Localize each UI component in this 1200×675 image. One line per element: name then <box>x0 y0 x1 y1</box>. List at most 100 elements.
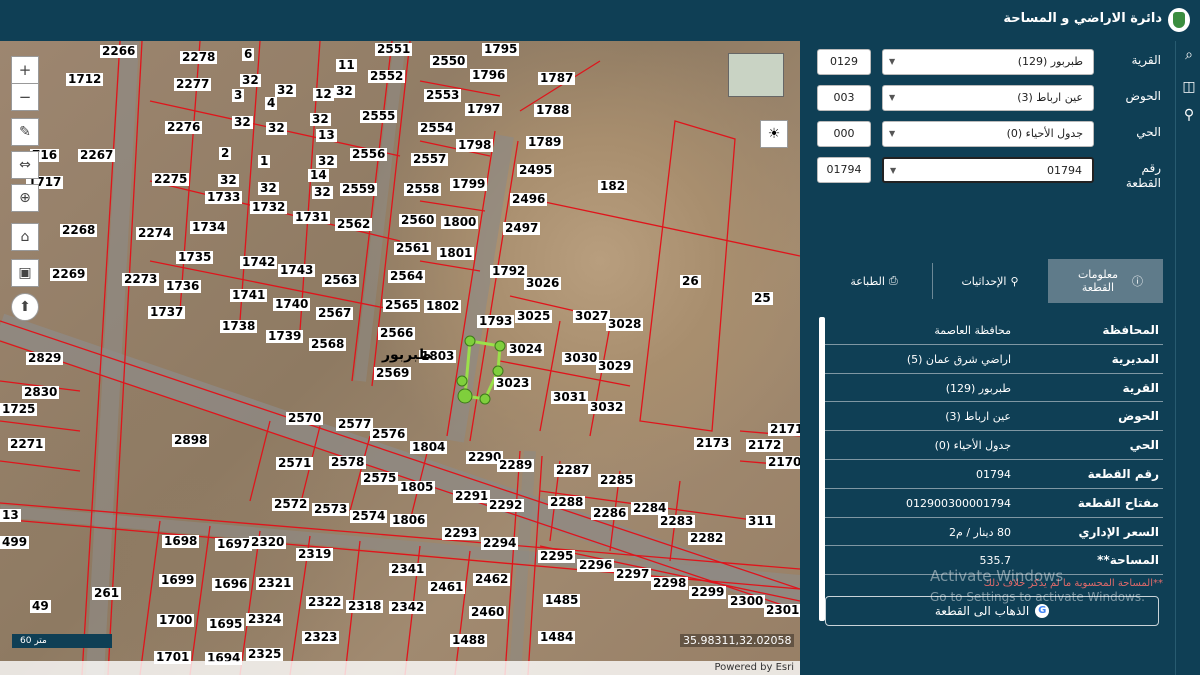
parcel-number-select[interactable]: ▼ 01794 <box>882 157 1094 183</box>
village-code-field[interactable]: 0129 <box>817 49 871 75</box>
district-code-field[interactable]: 000 <box>817 121 871 147</box>
measure-icon[interactable]: ⇔ <box>11 151 39 179</box>
parcel-number-label: 2560 <box>399 213 437 227</box>
parcel-number-label: 11 <box>336 58 357 72</box>
parcel-number-label: 2325 <box>246 647 284 661</box>
parcel-number-label: 1737 <box>148 305 186 319</box>
parcel-number-label: 1789 <box>526 135 564 149</box>
parcel-number-label: 2830 <box>22 385 60 399</box>
layers-icon[interactable]: ▣ <box>11 259 39 287</box>
parcel-number-label: 1801 <box>437 246 475 260</box>
map-view[interactable]: 2266 2278 6 2551 1795 1712 2277 32 11 2550 1796 178… <box>0 41 800 675</box>
parcel-number-label: 2277 <box>174 77 212 91</box>
parcel-number-label: 3028 <box>606 317 644 331</box>
parcel-number-label: 49 <box>30 599 51 613</box>
parcel-info-table: المحافظة محافظة العاصمة المديرية اراضي شرق … <box>825 316 1163 576</box>
parcel-number-label: 2566 <box>378 326 416 340</box>
basin-code-field[interactable]: 003 <box>817 85 871 111</box>
district-row: 000 ▼ جدول الأحياء (0) الحي <box>817 121 1163 147</box>
powered-by-esri: Powered by Esri <box>0 661 800 675</box>
gps-locate-icon[interactable]: ☀ <box>760 120 788 148</box>
scale-bar: 60 متر <box>12 634 112 648</box>
parcel-number-label: 2 <box>219 146 232 160</box>
parcel-number-label: 32 <box>266 121 287 135</box>
village-select[interactable]: ▼ طبربور (129) <box>882 49 1094 75</box>
compass-icon[interactable]: ⬆ <box>11 293 39 321</box>
basin-select[interactable]: ▼ عين ارباط (3) <box>882 85 1094 111</box>
tab-parcel-info[interactable]: ⓘ معلومات القطعة <box>1048 259 1163 303</box>
parcel-number-label: 2172 <box>746 438 784 452</box>
parcel-number-label: 1736 <box>164 279 202 293</box>
parcel-number-label: 1725 <box>0 402 38 416</box>
info-value: طبربور (129) <box>945 381 1011 395</box>
parcel-number-label: 2283 <box>658 514 696 528</box>
dls-logo-icon <box>1168 8 1190 32</box>
parcel-number-label: 2567 <box>316 306 354 320</box>
info-key: المديرية <box>1111 351 1159 366</box>
parcel-number-label: 3029 <box>596 359 634 373</box>
parcel-number-label: 2292 <box>487 498 525 512</box>
parcel-number-label: 2497 <box>503 221 541 235</box>
info-key: السعر الإداري <box>1078 524 1159 539</box>
parcel-number-label: 1699 <box>159 573 197 587</box>
parcel-number-label: 3023 <box>494 376 532 390</box>
parcel-number-label: 3026 <box>524 276 562 290</box>
overview-map[interactable] <box>728 53 784 97</box>
parcel-number-label: 2556 <box>350 147 388 161</box>
coordinates-readout: 35.98311,32.02058 <box>680 634 795 647</box>
parcel-number-label: 1484 <box>538 630 576 644</box>
parcel-number-label: 32 <box>258 181 279 195</box>
chevron-down-icon: ▼ <box>890 166 897 175</box>
parcel-number-label: 1733 <box>205 190 243 204</box>
location-pin-icon[interactable]: ⚲ <box>1180 107 1198 125</box>
parcel-number-label: 2282 <box>688 531 726 545</box>
info-value: 01794 <box>976 467 1011 481</box>
parcel-number-label: 182 <box>598 179 628 193</box>
parcel-code-field[interactable]: 01794 <box>817 157 871 183</box>
district-select[interactable]: ▼ جدول الأحياء (0) <box>882 121 1094 147</box>
parcel-number-label: 2898 <box>172 433 210 447</box>
parcel-number-label: 2297 <box>614 567 652 581</box>
parcel-number-label: 2576 <box>370 427 408 441</box>
info-value: 80 دينار / م2 <box>949 525 1011 539</box>
google-icon: G <box>1035 604 1050 618</box>
parcel-number-label: 1802 <box>424 299 462 313</box>
parcel-number-label: 1806 <box>390 513 428 527</box>
parcel-number-label: 1788 <box>534 103 572 117</box>
parcel-number-label: 2577 <box>336 417 374 431</box>
zoom-out-button[interactable]: − <box>11 83 39 111</box>
parcel-number-label: 1731 <box>293 210 331 224</box>
draw-pencil-icon[interactable]: ✎ <box>11 118 39 146</box>
parcel-number-label: 2274 <box>136 226 174 240</box>
parcel-number-label: 1805 <box>398 480 436 494</box>
info-row: المحافظة محافظة العاصمة <box>825 316 1163 345</box>
parcel-number-label: 2572 <box>272 497 310 511</box>
parcel-number-label: 2569 <box>374 366 412 380</box>
parcel-number-label: 14 <box>308 168 329 182</box>
tab-coordinates[interactable]: ⚲ الإحداثيات <box>933 259 1047 303</box>
parcel-number-label: 32 <box>232 115 253 129</box>
parcel-number-label: 2300 <box>728 594 766 608</box>
parcel-number-label: 1 <box>258 154 271 168</box>
parcel-number-label: 2318 <box>346 599 384 613</box>
parcel-number-label: 1712 <box>66 72 104 86</box>
parcel-number-label: 2294 <box>481 536 519 550</box>
activate-windows-subtitle: Go to Settings to activate Windows. <box>930 590 1145 604</box>
locate-target-icon[interactable]: ⊕ <box>11 184 39 212</box>
chevron-down-icon: ▼ <box>889 57 896 66</box>
parcel-number-label: 1795 <box>482 42 520 56</box>
parcel-number-label: 3024 <box>507 342 545 356</box>
tab-print[interactable]: ⎙ الطباعة <box>817 259 931 303</box>
parcel-number-label: 32 <box>312 185 333 199</box>
home-icon[interactable]: ⌂ <box>11 223 39 251</box>
parcel-number-label: 3027 <box>573 309 611 323</box>
parcel-number-label: 3025 <box>515 309 553 323</box>
parcel-number-label: 2278 <box>180 50 218 64</box>
parcel-number-label: 2291 <box>453 489 491 503</box>
search-icon[interactable]: ⌕ <box>1180 47 1198 65</box>
zoom-in-button[interactable]: + <box>11 56 39 84</box>
info-value: جدول الأحياء (0) <box>934 439 1011 453</box>
map-marker-list-icon[interactable]: ◫ <box>1180 79 1198 97</box>
village-row: 0129 ▼ طبربور (129) القرية <box>817 49 1163 75</box>
parcel-number-label: 2268 <box>60 223 98 237</box>
